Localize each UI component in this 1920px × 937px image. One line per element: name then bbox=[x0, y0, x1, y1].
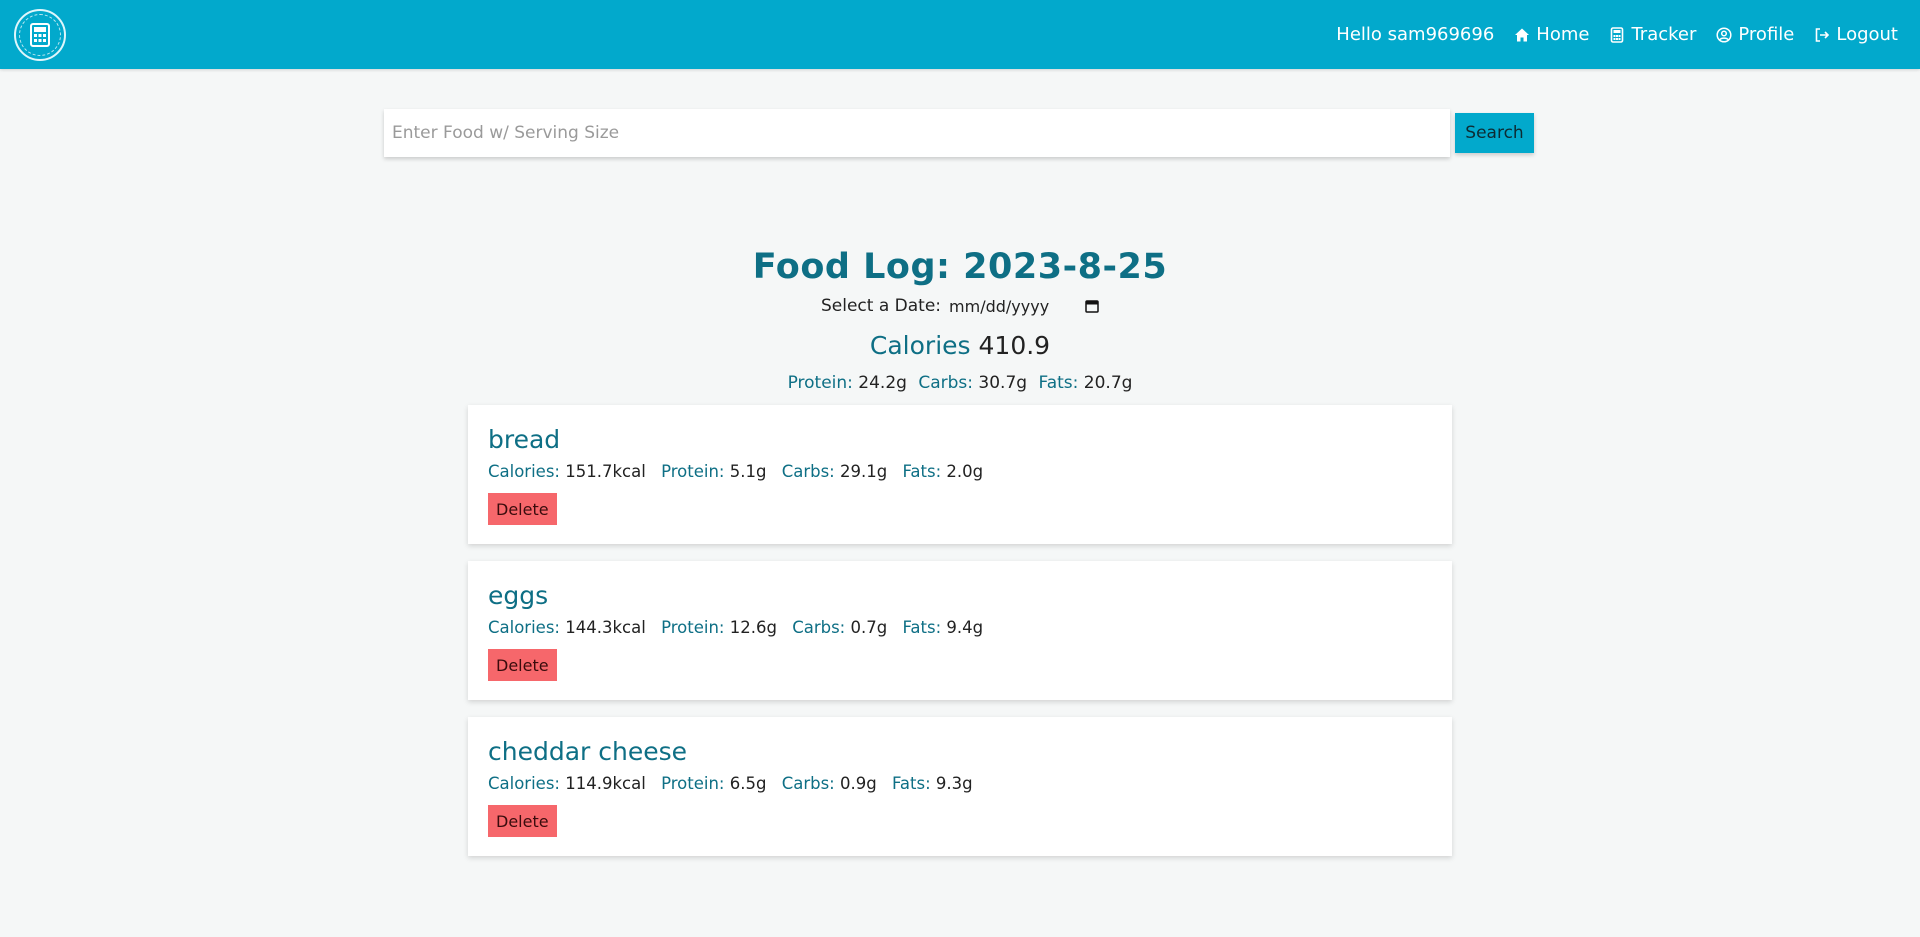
macro-totals: Protein: 24.2g Carbs: 30.7g Fats: 20.7g bbox=[0, 373, 1920, 393]
macro-label: Protein: bbox=[661, 774, 725, 793]
food-macros: Calories: 114.9kcal Protein: 6.5g Carbs:… bbox=[488, 774, 1432, 793]
logout-icon bbox=[1814, 27, 1830, 43]
carbs-total-value: 30.7g bbox=[978, 373, 1028, 393]
macro-value: 29.1g bbox=[839, 462, 888, 481]
food-name: cheddar cheese bbox=[488, 737, 688, 766]
macro-value: 114.9kcal bbox=[565, 774, 646, 793]
food-search-input[interactable] bbox=[384, 109, 1450, 157]
carbs-total: Carbs: 30.7g bbox=[918, 373, 1032, 393]
carbs-total-label: Carbs: bbox=[918, 373, 974, 393]
nav-logout[interactable]: Logout bbox=[1814, 24, 1898, 45]
macro-label: Fats: bbox=[902, 618, 942, 637]
calendar-icon[interactable] bbox=[1085, 299, 1099, 313]
page-title: Food Log: 2023-8-25 bbox=[752, 247, 1168, 287]
nav-tracker-label: Tracker bbox=[1631, 24, 1697, 45]
fats-total: Fats: 20.7g bbox=[1038, 373, 1132, 393]
food-list: bread Calories: 151.7kcal Protein: 5.1g … bbox=[468, 405, 1452, 873]
food-calories: Calories: 114.9kcal bbox=[488, 774, 646, 793]
date-placeholder: mm/dd/yyyy bbox=[949, 296, 1050, 316]
nav-menu: Hello sam969696 Home Tracker Profile Log… bbox=[1336, 24, 1898, 45]
user-circle-icon bbox=[1716, 26, 1732, 43]
macro-value: 9.3g bbox=[935, 774, 973, 793]
fats-total-value: 20.7g bbox=[1083, 373, 1133, 393]
date-label: Select a Date: bbox=[820, 296, 942, 316]
macro-label: Calories: bbox=[488, 774, 560, 793]
calories-total: Calories 410.9 bbox=[0, 331, 1920, 360]
food-protein: Protein: 6.5g bbox=[661, 774, 766, 793]
macro-value: 0.7g bbox=[850, 618, 888, 637]
search-bar: Search bbox=[384, 109, 1534, 157]
food-card: bread Calories: 151.7kcal Protein: 5.1g … bbox=[468, 405, 1452, 544]
macro-value: 5.1g bbox=[729, 462, 767, 481]
food-protein: Protein: 12.6g bbox=[661, 618, 777, 637]
macro-label: Calories: bbox=[488, 462, 560, 481]
food-name: bread bbox=[488, 425, 561, 454]
search-button[interactable]: Search bbox=[1455, 113, 1534, 153]
food-fats: Fats: 9.4g bbox=[902, 618, 983, 637]
calories-total-value: 410.9 bbox=[978, 331, 1051, 360]
food-protein: Protein: 5.1g bbox=[661, 462, 766, 481]
date-input[interactable]: mm/dd/yyyy bbox=[949, 295, 1099, 317]
macro-label: Protein: bbox=[661, 618, 725, 637]
protein-total: Protein: 24.2g bbox=[788, 373, 913, 393]
macro-label: Carbs: bbox=[792, 618, 846, 637]
logo-ring bbox=[19, 13, 61, 56]
calories-total-label: Calories bbox=[869, 331, 971, 360]
food-calories: Calories: 144.3kcal bbox=[488, 618, 646, 637]
food-carbs: Carbs: 0.9g bbox=[782, 774, 877, 793]
delete-button[interactable]: Delete bbox=[488, 649, 557, 681]
food-card: cheddar cheese Calories: 114.9kcal Prote… bbox=[468, 717, 1452, 856]
macro-value: 2.0g bbox=[946, 462, 984, 481]
nav-profile-label: Profile bbox=[1738, 24, 1795, 45]
home-icon bbox=[1514, 27, 1530, 43]
delete-button[interactable]: Delete bbox=[488, 805, 557, 837]
macro-value: 144.3kcal bbox=[565, 618, 646, 637]
macro-label: Calories: bbox=[488, 618, 560, 637]
protein-total-label: Protein: bbox=[787, 373, 853, 393]
food-card: eggs Calories: 144.3kcal Protein: 12.6g … bbox=[468, 561, 1452, 700]
macro-value: 6.5g bbox=[729, 774, 767, 793]
food-carbs: Carbs: 0.7g bbox=[792, 618, 887, 637]
macro-value: 12.6g bbox=[729, 618, 777, 637]
macro-label: Carbs: bbox=[781, 774, 835, 793]
fats-total-label: Fats: bbox=[1038, 373, 1079, 393]
calculator-icon bbox=[1609, 26, 1625, 43]
greeting-text: Hello sam969696 bbox=[1336, 24, 1495, 45]
app-logo[interactable] bbox=[14, 8, 66, 61]
macro-value: 0.9g bbox=[839, 774, 877, 793]
nav-logout-label: Logout bbox=[1836, 24, 1898, 45]
protein-total-value: 24.2g bbox=[858, 373, 907, 393]
nav-profile[interactable]: Profile bbox=[1716, 24, 1794, 45]
navbar: Hello sam969696 Home Tracker Profile Log… bbox=[0, 0, 1920, 69]
nav-home-label: Home bbox=[1536, 24, 1590, 45]
date-selector: Select a Date: mm/dd/yyyy bbox=[0, 295, 1920, 317]
macro-label: Protein: bbox=[661, 462, 725, 481]
food-calories: Calories: 151.7kcal bbox=[488, 462, 646, 481]
food-carbs: Carbs: 29.1g bbox=[782, 462, 888, 481]
macro-label: Fats: bbox=[902, 462, 942, 481]
delete-button[interactable]: Delete bbox=[488, 493, 557, 525]
macro-label: Carbs: bbox=[781, 462, 835, 481]
food-macros: Calories: 151.7kcal Protein: 5.1g Carbs:… bbox=[488, 462, 1432, 481]
food-fats: Fats: 9.3g bbox=[892, 774, 973, 793]
food-name: eggs bbox=[488, 581, 549, 610]
food-fats: Fats: 2.0g bbox=[902, 462, 983, 481]
nav-home[interactable]: Home bbox=[1514, 24, 1589, 45]
macro-value: 9.4g bbox=[946, 618, 984, 637]
macro-label: Fats: bbox=[891, 774, 931, 793]
macro-value: 151.7kcal bbox=[565, 462, 646, 481]
food-macros: Calories: 144.3kcal Protein: 12.6g Carbs… bbox=[488, 618, 1432, 637]
main-content: Search Food Log: 2023-8-25 Select a Date… bbox=[0, 69, 1920, 937]
nav-tracker[interactable]: Tracker bbox=[1609, 24, 1696, 45]
